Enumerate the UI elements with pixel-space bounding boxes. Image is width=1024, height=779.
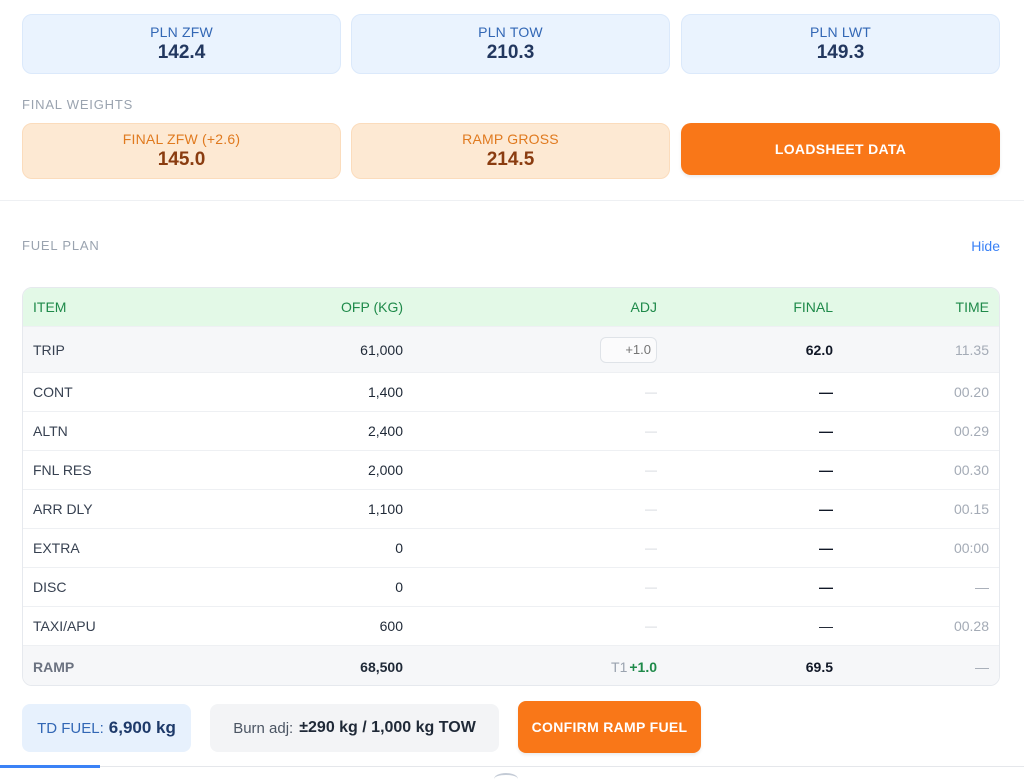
row-final: 62.0 xyxy=(805,341,833,358)
ramp-gross-label: RAMP GROSS xyxy=(462,131,559,147)
row-time: 00.20 xyxy=(953,384,989,400)
row-time: — xyxy=(975,579,989,595)
pln-zfw-value: 142.4 xyxy=(157,42,206,63)
row-final: — xyxy=(819,423,833,439)
bottom-divider xyxy=(0,766,1024,767)
row-item: RAMP xyxy=(33,658,75,675)
final-zfw-value: 145.0 xyxy=(157,149,206,170)
row-time: 00.28 xyxy=(953,618,989,634)
row-item: FNL RES xyxy=(33,462,92,478)
pln-tow-value: 210.3 xyxy=(486,42,535,63)
table-row-extra: EXTRA 0 — — 00:00 xyxy=(23,528,999,567)
row-ofp: 600 xyxy=(379,618,403,634)
fuel-plan-label: FUEL PLAN xyxy=(22,238,100,253)
table-row-cont: CONT 1,400 — — 00.20 xyxy=(23,372,999,411)
row-time: 00.15 xyxy=(953,501,989,517)
row-final: — xyxy=(819,618,833,634)
hide-fuel-plan-link[interactable]: Hide xyxy=(971,238,1000,254)
row-ofp: 0 xyxy=(395,579,403,595)
col-header-adj: ADJ xyxy=(630,299,657,315)
pln-zfw-card: PLN ZFW 142.4 xyxy=(22,14,341,74)
loadsheet-data-button[interactable]: LOADSHEET DATA xyxy=(681,123,1000,175)
row-ofp: 68,500 xyxy=(360,658,403,675)
table-row-altn: ALTN 2,400 — — 00.29 xyxy=(23,411,999,450)
col-header-time: TIME xyxy=(955,299,989,315)
row-final: — xyxy=(819,501,833,517)
row-ofp: 2,000 xyxy=(367,462,403,478)
final-zfw-card: FINAL ZFW (+2.6) 145.0 xyxy=(22,123,341,179)
ramp-adj-value: +1.0 xyxy=(629,658,657,675)
row-final: — xyxy=(819,384,833,400)
row-item: CONT xyxy=(33,384,73,400)
row-final: — xyxy=(819,579,833,595)
row-time: 11.35 xyxy=(955,341,989,358)
row-adj: — xyxy=(645,502,657,516)
pln-tow-card: PLN TOW 210.3 xyxy=(351,14,670,74)
col-header-final: FINAL xyxy=(793,299,833,315)
row-ofp: 0 xyxy=(395,540,403,556)
page: PLN ZFW 142.4 PLN TOW 210.3 PLN LWT 149.… xyxy=(0,0,1024,779)
row-item: ALTN xyxy=(33,423,68,439)
row-final: — xyxy=(819,462,833,478)
final-weights-label: FINAL WEIGHTS xyxy=(22,97,134,112)
row-adj: — xyxy=(645,619,657,633)
row-adj: — xyxy=(645,463,657,477)
pln-lwt-card: PLN LWT 149.3 xyxy=(681,14,1000,74)
row-item: EXTRA xyxy=(33,540,80,556)
pln-tow-label: PLN TOW xyxy=(478,24,543,40)
row-time: 00.30 xyxy=(953,462,989,478)
row-adj: — xyxy=(645,541,657,555)
row-adj: T1 +1.0 xyxy=(611,646,657,685)
row-adj xyxy=(600,327,657,372)
scroll-handle[interactable] xyxy=(494,773,518,779)
row-time: — xyxy=(975,658,989,675)
table-row-ramp: RAMP 68,500 T1 +1.0 69.5 — xyxy=(23,645,999,685)
table-row-arr-dly: ARR DLY 1,100 — — 00.15 xyxy=(23,489,999,528)
col-header-ofp: OFP (KG) xyxy=(341,299,403,315)
ramp-gross-card: RAMP GROSS 214.5 xyxy=(351,123,670,179)
td-fuel-badge: TD FUEL: 6,900 kg xyxy=(22,704,191,752)
active-tab-indicator xyxy=(0,765,100,768)
row-ofp: 1,400 xyxy=(367,384,403,400)
td-fuel-value: 6,900 kg xyxy=(108,718,176,737)
trip-adj-input[interactable] xyxy=(600,336,657,363)
burn-adj-label: Burn adj: xyxy=(233,719,294,737)
row-final: 69.5 xyxy=(805,658,833,675)
pln-zfw-label: PLN ZFW xyxy=(150,24,213,40)
row-adj: — xyxy=(645,385,657,399)
table-row-trip: TRIP 61,000 62.0 11.35 xyxy=(23,326,999,372)
row-ofp: 2,400 xyxy=(367,423,403,439)
row-ofp: 61,000 xyxy=(360,341,403,358)
table-row-disc: DISC 0 — — — xyxy=(23,567,999,606)
row-ofp: 1,100 xyxy=(367,501,403,517)
ramp-adj-prefix: T1 xyxy=(611,658,628,675)
fuel-plan-table: ITEM OFP (KG) ADJ FINAL TIME TRIP 61,000… xyxy=(22,287,1000,686)
burn-adj-value: ±290 kg / 1,000 kg TOW xyxy=(299,719,476,736)
row-item: DISC xyxy=(33,579,67,595)
row-time: 00:00 xyxy=(953,540,989,556)
ramp-gross-value: 214.5 xyxy=(486,149,535,170)
col-header-item: ITEM xyxy=(33,299,67,315)
table-row-fnl-res: FNL RES 2,000 — — 00.30 xyxy=(23,450,999,489)
td-fuel-label: TD FUEL: xyxy=(37,719,104,737)
row-adj: — xyxy=(645,424,657,438)
pln-lwt-label: PLN LWT xyxy=(809,24,872,40)
row-adj: — xyxy=(645,580,657,594)
row-final: — xyxy=(819,540,833,556)
row-item: ARR DLY xyxy=(33,501,93,517)
row-item: TRIP xyxy=(33,341,65,358)
section-divider xyxy=(0,200,1024,201)
row-time: 00.29 xyxy=(953,423,989,439)
table-header-row: ITEM OFP (KG) ADJ FINAL TIME xyxy=(23,288,999,326)
table-row-taxi-apu: TAXI/APU 600 — — 00.28 xyxy=(23,606,999,645)
row-item: TAXI/APU xyxy=(33,618,96,634)
final-zfw-label: FINAL ZFW (+2.6) xyxy=(122,131,241,147)
confirm-ramp-fuel-button[interactable]: CONFIRM RAMP FUEL xyxy=(518,701,701,753)
burn-adj-badge: Burn adj: ±290 kg / 1,000 kg TOW xyxy=(210,704,499,752)
pln-lwt-value: 149.3 xyxy=(816,42,865,63)
